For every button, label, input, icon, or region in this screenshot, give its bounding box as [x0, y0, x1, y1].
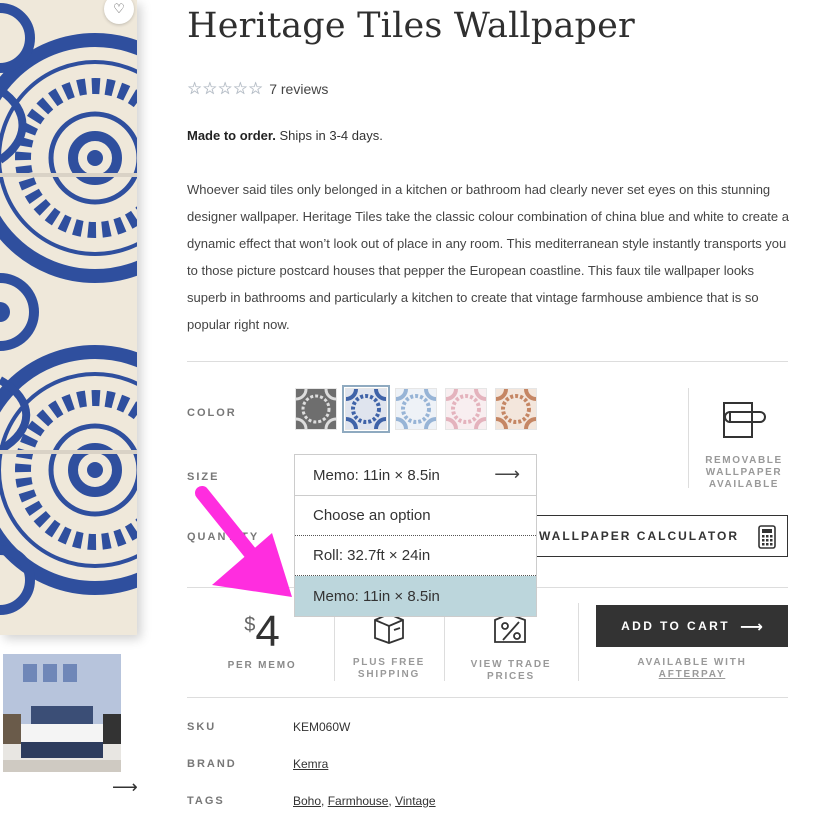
brand-value: Kemra [293, 757, 328, 771]
terracotta-pattern [484, 377, 548, 441]
size-option[interactable]: Roll: 32.7ft × 24in [295, 536, 536, 576]
made-to-order-label: Made to order. [187, 128, 276, 143]
charcoal-pattern [284, 377, 348, 441]
room-thumbnail[interactable] [3, 654, 121, 772]
tags-value: Boho, Farmhouse, Vintage [293, 794, 436, 808]
product-description: Whoever said tiles only belonged in a ki… [187, 182, 789, 332]
price-unit: PER MEMO [227, 660, 297, 671]
calculator-icon [758, 525, 776, 549]
pink-pattern [434, 377, 498, 441]
removable-wallpaper-badge[interactable]: REMOVABLE WALLPAPER AVAILABLE [700, 400, 788, 491]
price-amount: 4 [255, 607, 280, 656]
swatch-charcoal[interactable] [284, 377, 348, 441]
removable-wallpaper-text: REMOVABLE WALLPAPER AVAILABLE [705, 455, 783, 490]
trade-prices-link[interactable]: VIEW TRADE PRICES [455, 659, 567, 683]
shipping-note: Made to order. Ships in 3-4 days. [187, 128, 383, 143]
removable-wallpaper-icon [723, 402, 766, 438]
arrow-right-icon: ⟶ [739, 616, 763, 636]
tile-pattern [0, 0, 137, 635]
divider-vertical [578, 603, 579, 681]
brand-label: BRAND [187, 758, 237, 770]
next-image-arrow-icon[interactable]: ⟶ [112, 777, 138, 798]
size-select[interactable]: Memo: 11in × 8.5in ⟶ Choose an option Ro… [294, 454, 537, 617]
room-scene-image [3, 654, 121, 772]
sku-value: KEM060W [293, 720, 351, 734]
free-shipping-feature: PLUS FREE SHIPPING [345, 612, 433, 681]
tag-link[interactable]: Vintage [395, 794, 435, 808]
size-selected-value: Memo: 11in × 8.5in [313, 466, 440, 484]
calculator-label: WALLPAPER CALCULATOR [539, 529, 739, 543]
divider-vertical [688, 388, 689, 488]
add-to-cart-label: ADD TO CART [621, 619, 730, 633]
tags-label: TAGS [187, 795, 225, 807]
swatch-pink[interactable] [434, 377, 498, 441]
sku-label: SKU [187, 721, 217, 733]
annotation-arrow-icon [195, 486, 292, 597]
size-option[interactable]: Choose an option [295, 496, 536, 536]
price: $4 [222, 610, 302, 654]
afterpay-link[interactable]: AFTERPAY [659, 669, 726, 680]
swatch-terracotta[interactable] [484, 377, 548, 441]
afterpay-note: AVAILABLE WITH AFTERPAY [596, 657, 788, 681]
reviews-count[interactable]: 7 reviews [269, 81, 328, 97]
size-label: SIZE [187, 471, 220, 483]
afterpay-prefix: AVAILABLE WITH [637, 657, 747, 668]
light-blue-pattern [384, 377, 448, 441]
size-select-current[interactable]: Memo: 11in × 8.5in ⟶ [295, 455, 536, 496]
price-currency: $ [244, 614, 256, 636]
percent-scissors-icon [494, 613, 526, 643]
color-label: COLOR [187, 407, 237, 419]
product-main-image[interactable] [0, 0, 137, 635]
color-swatches [284, 377, 548, 441]
trade-prices-feature[interactable]: VIEW TRADE PRICES [455, 612, 567, 683]
tag-link[interactable]: Boho [293, 794, 321, 808]
divider [187, 697, 788, 698]
product-title: Heritage Tiles Wallpaper [187, 6, 635, 46]
ships-text: Ships in 3-4 days. [279, 128, 383, 143]
add-to-cart-button[interactable]: ADD TO CART ⟶ [596, 605, 788, 647]
brand-link[interactable]: Kemra [293, 757, 328, 771]
divider [187, 361, 788, 362]
size-option-highlighted[interactable]: Memo: 11in × 8.5in [295, 576, 536, 616]
star-rating-icon: ☆☆☆☆☆ [187, 79, 264, 98]
tag-link[interactable]: Farmhouse [328, 794, 389, 808]
rating[interactable]: ☆☆☆☆☆ 7 reviews [187, 79, 328, 99]
swatch-blue[interactable] [334, 377, 398, 441]
blue-pattern [334, 377, 398, 441]
wallpaper-calculator-button[interactable]: WALLPAPER CALCULATOR [520, 515, 788, 557]
swatch-light-blue[interactable] [384, 377, 448, 441]
arrow-right-icon: ⟶ [494, 464, 520, 485]
free-shipping-text: PLUS FREE SHIPPING [352, 657, 426, 680]
